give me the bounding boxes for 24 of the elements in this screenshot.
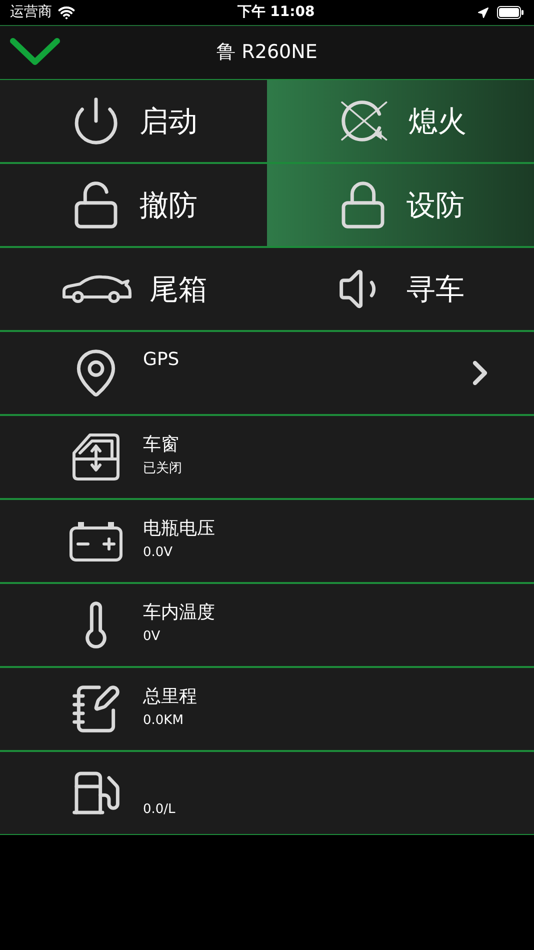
car-window-icon [70,431,122,483]
battery-icon [68,519,124,563]
plate-number-title: 鲁 R260NE [216,40,318,66]
control-button[interactable]: 设防 [267,164,534,246]
wifi-icon [58,4,75,21]
info-title: 车内温度 [143,604,216,622]
info-value: 0V [143,630,162,642]
info-value: 已关闭 [143,462,183,474]
info-value: 0.0/L [143,802,176,816]
car-icon [60,273,132,305]
gps-row[interactable]: GPS [0,331,534,415]
info-title: 电瓶电压 [143,520,216,538]
carrier-name: 运营商 [10,3,52,22]
info-title: 车窗 [143,436,180,454]
info-title: GPS [143,351,180,369]
location-arrow-icon [477,6,489,18]
info-title: 总里程 [143,688,198,706]
info-value: 0.0V [143,546,174,558]
control-button[interactable]: 熄火 [267,80,534,162]
collapse-chevron-icon[interactable] [9,36,61,66]
battery-level-icon [497,6,524,19]
clock-time: 下午 11:08 [237,3,315,22]
notebook-pen-icon [70,683,122,735]
info-value: 0.0KM [143,714,184,726]
